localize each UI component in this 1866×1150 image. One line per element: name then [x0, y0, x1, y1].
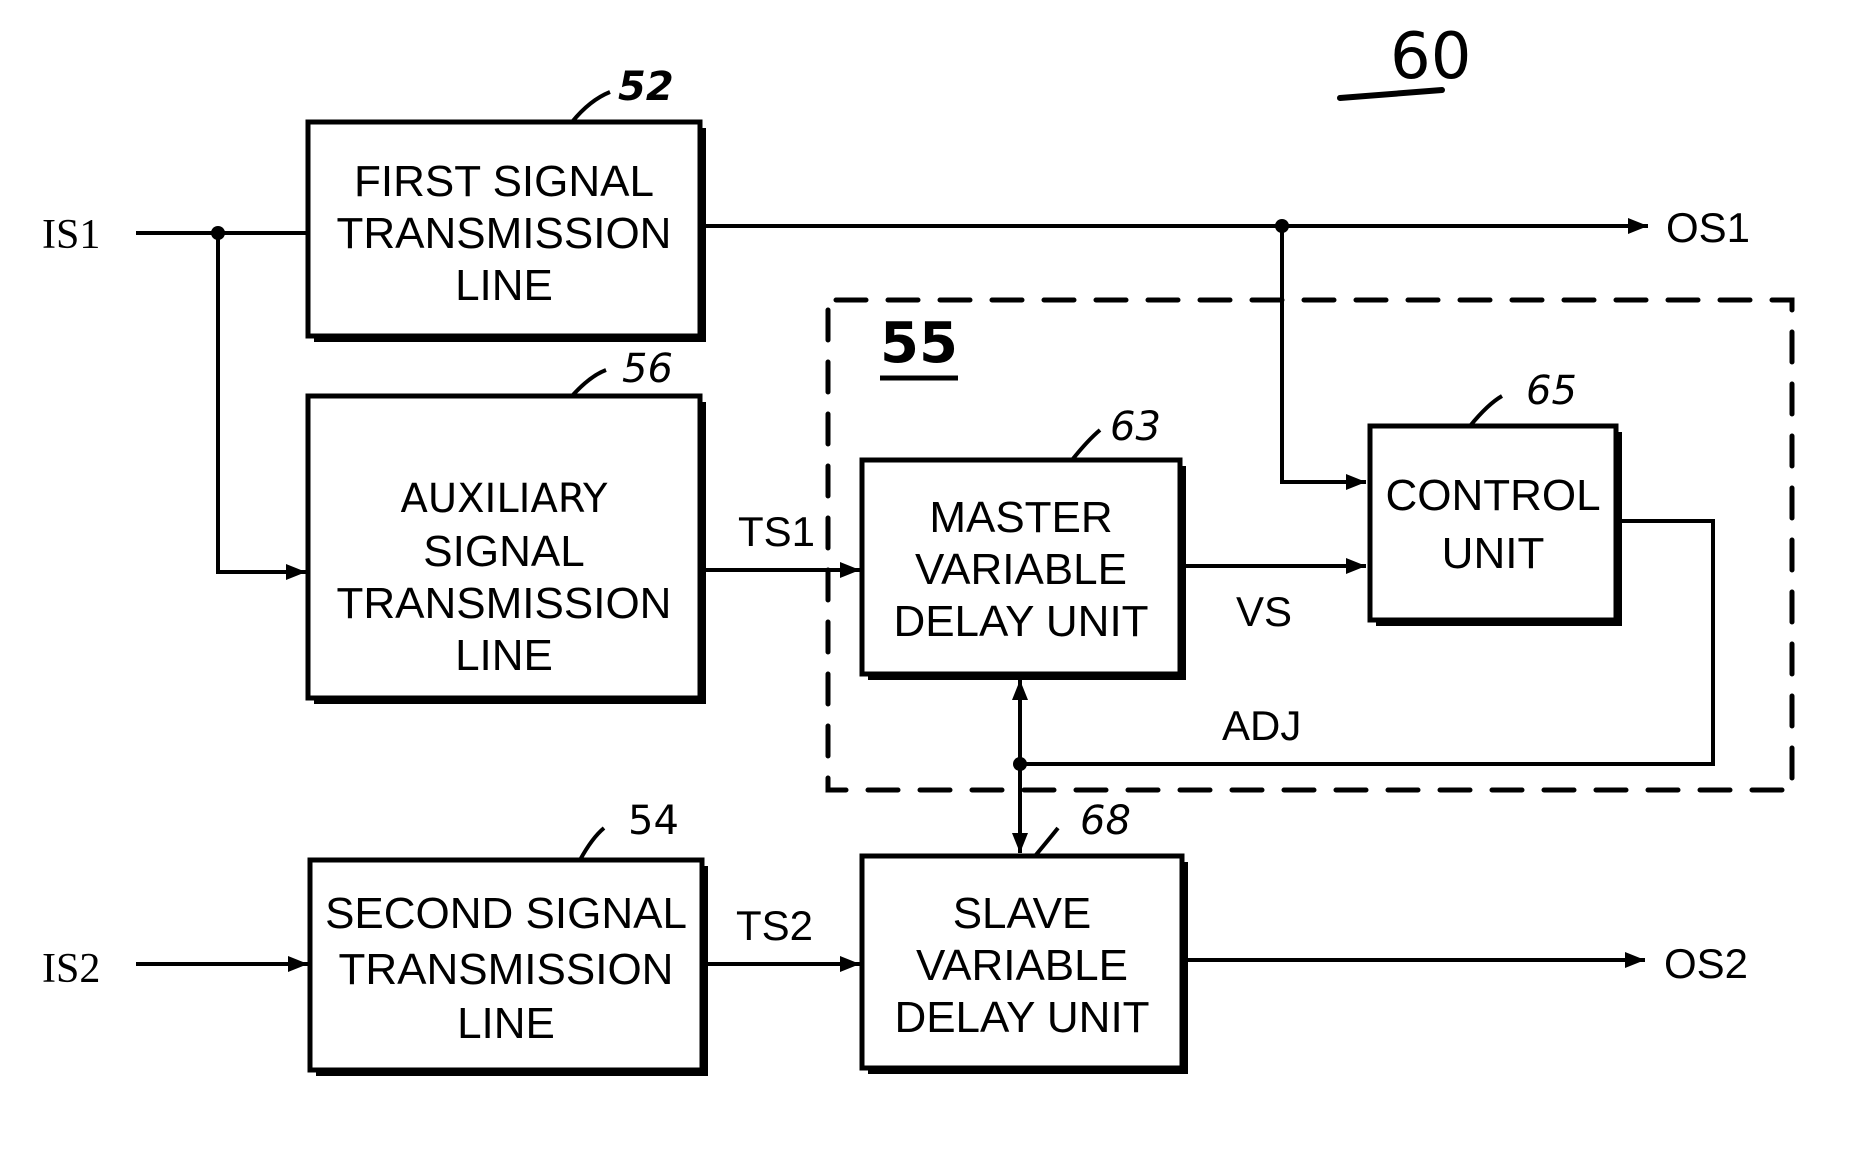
- is1-to-aux-wire: [216, 233, 306, 580]
- ref-leader-68: [1033, 826, 1060, 858]
- svg-text:UNIT: UNIT: [1442, 529, 1545, 578]
- signal-label-ts2: TS2: [736, 902, 813, 949]
- ref-leader-52: [570, 90, 611, 124]
- ref-leader-63: [1070, 428, 1102, 462]
- slave-variable-delay-unit-block: SLAVE VARIABLE DELAY UNIT: [859, 853, 1188, 1074]
- svg-text:DELAY UNIT: DELAY UNIT: [894, 993, 1149, 1042]
- first-signal-transmission-line-block: FIRST SIGNAL TRANSMISSION LINE: [305, 119, 706, 342]
- signal-label-is2: IS2: [42, 946, 100, 992]
- svg-text:LINE: LINE: [455, 261, 553, 310]
- ref-65: 65: [1526, 368, 1577, 414]
- signal-label-ts1: TS1: [738, 508, 815, 555]
- svg-text:60: 60: [1390, 20, 1471, 94]
- svg-text:TRANSMISSION: TRANSMISSION: [337, 209, 672, 258]
- control-unit-block: CONTROL UNIT: [1367, 423, 1622, 626]
- ref-leader-54: [578, 826, 606, 861]
- os1-to-control-wire: [1280, 226, 1366, 490]
- group-ref: 55: [880, 311, 958, 381]
- svg-text:FIRST SIGNAL: FIRST SIGNAL: [354, 157, 654, 206]
- svg-text:SLAVE: SLAVE: [953, 889, 1092, 938]
- ref-54: 54: [628, 798, 679, 844]
- svg-text:CONTROL: CONTROL: [1385, 471, 1600, 520]
- svg-text:SIGNAL: SIGNAL: [423, 527, 584, 576]
- svg-text:TRANSMISSION: TRANSMISSION: [337, 579, 672, 628]
- master-variable-delay-unit-block: MASTER VARIABLE DELAY UNIT: [859, 457, 1186, 680]
- block-diagram: 60 55 FIRST SIGNAL TRANSMISSION LINE 52: [42, 20, 1795, 1076]
- svg-text:MASTER: MASTER: [929, 493, 1112, 542]
- ref-52: 52: [618, 64, 674, 110]
- signal-label-vs: VS: [1236, 588, 1292, 635]
- svg-text:LINE: LINE: [457, 999, 555, 1048]
- ref-68: 68: [1080, 798, 1131, 844]
- figure-number-underline: [1337, 87, 1445, 101]
- svg-text:AUXILIARY: AUXILIARY: [401, 476, 609, 522]
- ref-56: 56: [622, 346, 673, 392]
- ref-leader-56: [570, 368, 607, 398]
- signal-label-is1: IS1: [42, 212, 100, 258]
- svg-text:VARIABLE: VARIABLE: [916, 941, 1128, 990]
- svg-text:LINE: LINE: [455, 631, 553, 680]
- second-signal-transmission-line-block: SECOND SIGNAL TRANSMISSION LINE: [307, 857, 708, 1076]
- figure-number: 60: [1337, 20, 1471, 101]
- ref-leader-65: [1468, 394, 1504, 428]
- svg-text:55: 55: [880, 311, 958, 376]
- svg-text:VARIABLE: VARIABLE: [915, 545, 1127, 594]
- signal-label-adj: ADJ: [1222, 702, 1301, 749]
- auxiliary-signal-transmission-line-block: AUXILIARY SIGNAL TRANSMISSION LINE: [305, 393, 706, 704]
- svg-text:TRANSMISSION: TRANSMISSION: [339, 945, 674, 994]
- signal-label-os2: OS2: [1664, 940, 1748, 987]
- svg-text:SECOND SIGNAL: SECOND SIGNAL: [325, 889, 687, 938]
- ref-63: 63: [1110, 404, 1161, 450]
- svg-text:DELAY UNIT: DELAY UNIT: [893, 597, 1148, 646]
- signal-label-os1: OS1: [1666, 204, 1750, 251]
